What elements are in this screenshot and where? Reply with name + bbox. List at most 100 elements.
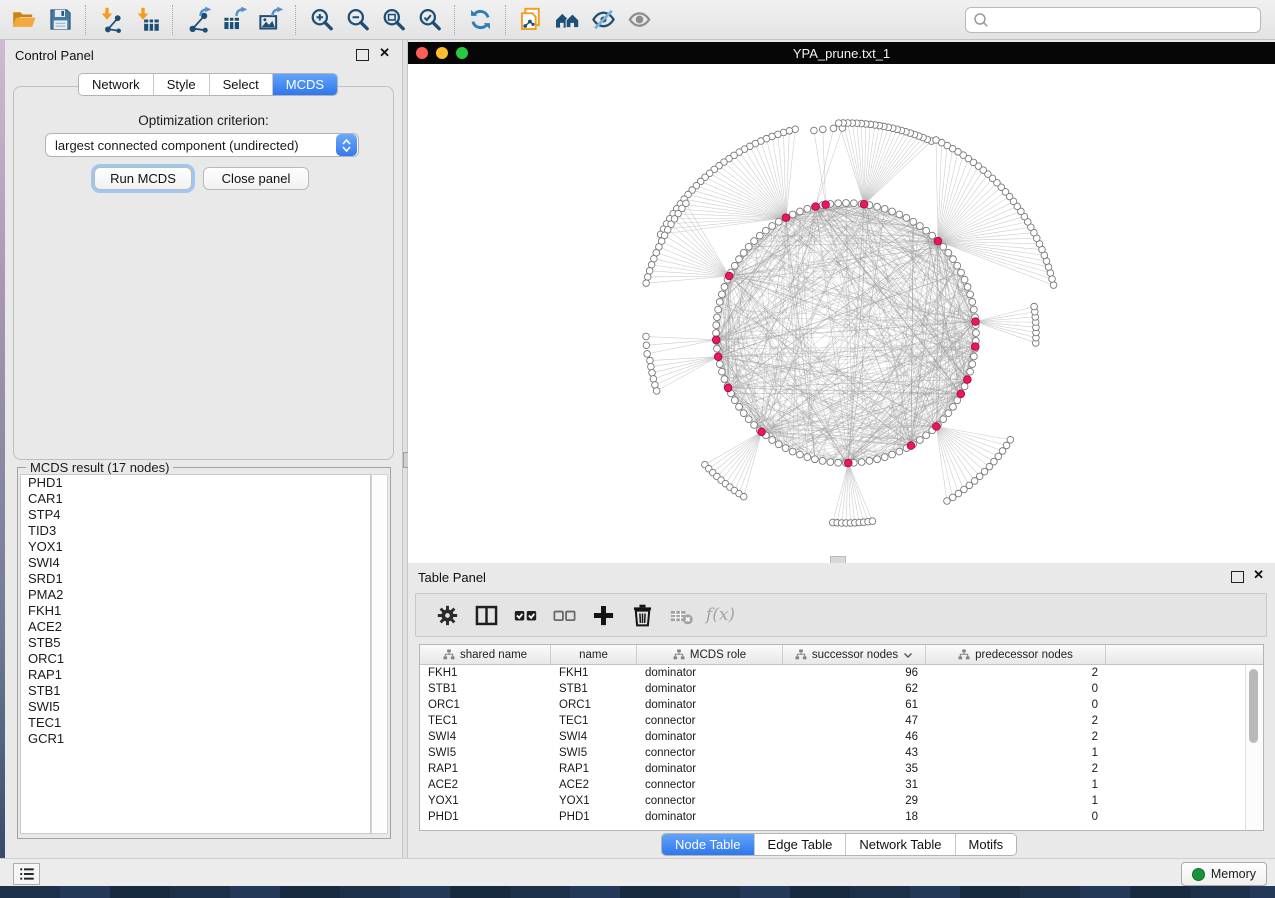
tab-network-table[interactable]: Network Table: [846, 834, 955, 855]
optimization-select[interactable]: largest connected component (undirected): [45, 133, 359, 157]
export-table-icon: [221, 6, 248, 33]
table-row[interactable]: FKH1FKH1dominator962: [420, 665, 1263, 681]
mcds-result-item[interactable]: PHD1: [21, 475, 370, 491]
mcds-result-item[interactable]: RAP1: [21, 667, 370, 683]
network-window-titlebar[interactable]: YPA_prune.txt_1: [408, 42, 1275, 64]
column-header-shared-name[interactable]: shared name: [420, 645, 551, 664]
mcds-result-item[interactable]: FKH1: [21, 603, 370, 619]
table-cell: dominator: [637, 683, 783, 695]
mcds-result-item[interactable]: TEC1: [21, 715, 370, 731]
table-row[interactable]: ORC1ORC1dominator610: [420, 697, 1263, 713]
mcds-result-item[interactable]: ORC1: [21, 651, 370, 667]
table-scrollbar-thumb[interactable]: [1249, 669, 1258, 743]
table-cell: YOX1: [420, 795, 551, 807]
export-table-button[interactable]: [216, 3, 252, 37]
memory-button[interactable]: Memory: [1181, 862, 1267, 886]
mcds-result-list[interactable]: PHD1CAR1STP4TID3YOX1SWI4SRD1PMA2FKH1ACE2…: [20, 474, 371, 834]
tab-style[interactable]: Style: [154, 74, 210, 95]
export-image-button[interactable]: [252, 3, 288, 37]
network-graph[interactable]: [408, 64, 1275, 563]
import-network-button[interactable]: [93, 3, 129, 37]
zoom-in-button[interactable]: [303, 3, 339, 37]
visibility-button[interactable]: [621, 3, 657, 37]
column-label: name: [579, 649, 608, 661]
table-cell: 2: [926, 667, 1106, 679]
tab-network[interactable]: Network: [79, 74, 154, 95]
toolbar-separator: [85, 5, 86, 35]
float-panel-icon[interactable]: [356, 49, 369, 61]
mcds-result-item[interactable]: ACE2: [21, 619, 370, 635]
deselect-all-button[interactable]: [545, 597, 584, 633]
mcds-result-item[interactable]: CAR1: [21, 491, 370, 507]
homology-search-icon: [554, 6, 581, 33]
import-table-button[interactable]: [129, 3, 165, 37]
column-header-MCDS-role[interactable]: MCDS role: [637, 645, 783, 664]
save-button[interactable]: [42, 3, 78, 37]
close-panel-button[interactable]: Close panel: [203, 167, 309, 190]
mcds-result-item[interactable]: STB1: [21, 683, 370, 699]
optimization-select-value: largest connected component (undirected): [46, 138, 336, 153]
mcds-result-item[interactable]: GCR1: [21, 731, 370, 747]
close-panel-icon[interactable]: ✕: [379, 46, 390, 60]
tab-edge-table[interactable]: Edge Table: [755, 834, 847, 855]
table-row[interactable]: YOX1YOX1connector291: [420, 793, 1263, 809]
mcds-result-item[interactable]: SWI4: [21, 555, 370, 571]
refresh-button[interactable]: [462, 3, 498, 37]
tab-select[interactable]: Select: [210, 74, 273, 95]
select-all-icon: [512, 602, 539, 629]
table-scrollbar[interactable]: [1245, 665, 1262, 830]
table-cell: 29: [783, 795, 926, 807]
show-columns-button[interactable]: [467, 597, 506, 633]
mcds-result-item[interactable]: TID3: [21, 523, 370, 539]
network-canvas[interactable]: [408, 64, 1275, 563]
column-header-name[interactable]: name: [551, 645, 637, 664]
table-float-icon[interactable]: [1231, 571, 1244, 583]
table-cell: STB1: [551, 683, 637, 695]
export-network-button[interactable]: [180, 3, 216, 37]
shared-column-icon: [443, 649, 455, 660]
delete-column-button[interactable]: [623, 597, 662, 633]
mcds-result-item[interactable]: STP4: [21, 507, 370, 523]
function-builder-button[interactable]: f(x): [701, 597, 740, 633]
table-cell: dominator: [637, 763, 783, 775]
clone-network-button[interactable]: [513, 3, 549, 37]
column-header-successor-nodes[interactable]: successor nodes: [783, 645, 926, 664]
table-row[interactable]: STB1STB1dominator620: [420, 681, 1263, 697]
task-history-button[interactable]: [13, 863, 40, 885]
table-row[interactable]: ACE2ACE2connector311: [420, 777, 1263, 793]
add-column-button[interactable]: [584, 597, 623, 633]
table-row[interactable]: SWI4SWI4dominator462: [420, 729, 1263, 745]
hide-visibility-button[interactable]: [585, 3, 621, 37]
mcds-result-item[interactable]: YOX1: [21, 539, 370, 555]
show-columns-icon: [473, 602, 500, 629]
open-button[interactable]: [6, 3, 42, 37]
tab-mcds[interactable]: MCDS: [273, 74, 337, 95]
zoom-selected-button[interactable]: [411, 3, 447, 37]
tab-node-table[interactable]: Node Table: [662, 834, 755, 855]
desktop-wallpaper-bottom: [0, 886, 1275, 898]
delete-table-button[interactable]: [662, 597, 701, 633]
tab-motifs[interactable]: Motifs: [956, 834, 1017, 855]
search-box[interactable]: [965, 7, 1261, 33]
table-row[interactable]: PHD1PHD1dominator180: [420, 809, 1263, 825]
column-settings-button[interactable]: [428, 597, 467, 633]
mcds-result-item[interactable]: STB5: [21, 635, 370, 651]
mcds-result-item[interactable]: PMA2: [21, 587, 370, 603]
zoom-fit-button[interactable]: [375, 3, 411, 37]
table-row[interactable]: RAP1RAP1dominator352: [420, 761, 1263, 777]
mcds-result-item[interactable]: SRD1: [21, 571, 370, 587]
table-cell: dominator: [637, 667, 783, 679]
table-row[interactable]: TEC1TEC1connector472: [420, 713, 1263, 729]
run-mcds-button[interactable]: Run MCDS: [94, 167, 192, 190]
shared-column-icon: [795, 649, 807, 660]
table-close-icon[interactable]: ✕: [1253, 568, 1264, 582]
mcds-list-scrollbar[interactable]: [371, 474, 388, 834]
select-all-button[interactable]: [506, 597, 545, 633]
column-header-predecessor-nodes[interactable]: predecessor nodes: [926, 645, 1106, 664]
zoom-out-button[interactable]: [339, 3, 375, 37]
mcds-result-item[interactable]: SWI5: [21, 699, 370, 715]
search-input[interactable]: [990, 12, 1254, 28]
homology-search-button[interactable]: [549, 3, 585, 37]
table-cell: connector: [637, 795, 783, 807]
table-row[interactable]: SWI5SWI5connector431: [420, 745, 1263, 761]
